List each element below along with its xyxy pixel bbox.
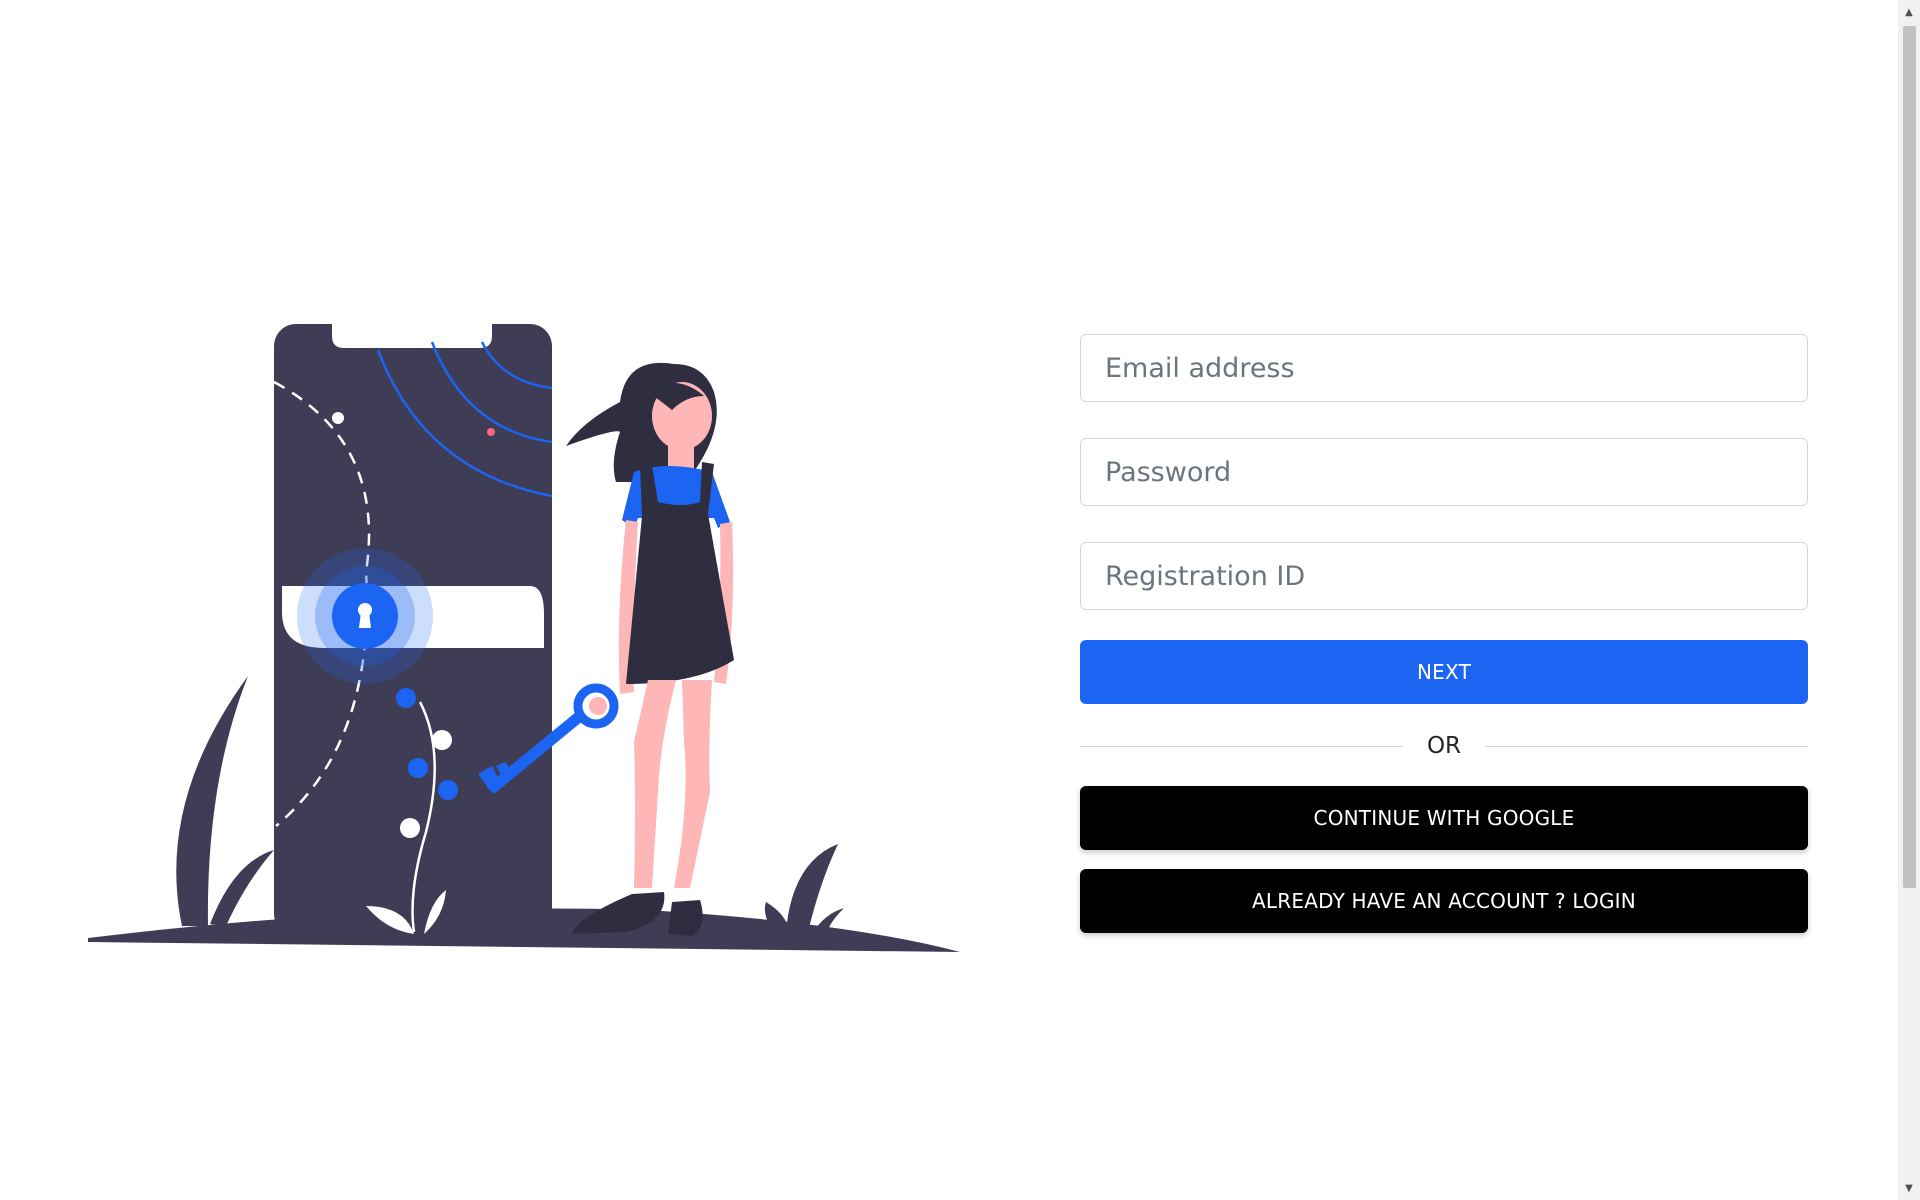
vertical-scrollbar[interactable]: ▲ ▼ (1898, 0, 1920, 1200)
divider-line-right (1485, 745, 1808, 747)
divider-label: OR (1426, 733, 1462, 759)
scrollbar-thumb[interactable] (1903, 26, 1916, 888)
login-button[interactable]: ALREADY HAVE AN ACCOUNT ? LOGIN (1080, 869, 1808, 933)
scroll-up-icon[interactable]: ▲ (1898, 2, 1920, 22)
login-page: NEXT OR CONTINUE WITH GOOGLE ALREADY HAV… (0, 0, 1920, 1200)
email-field[interactable] (1080, 334, 1808, 402)
password-field[interactable] (1080, 438, 1808, 506)
continue-with-google-button[interactable]: CONTINUE WITH GOOGLE (1080, 786, 1808, 850)
divider-line-left (1080, 745, 1403, 747)
next-button[interactable]: NEXT (1080, 640, 1808, 704)
security-illustration (86, 322, 962, 954)
scroll-down-icon[interactable]: ▼ (1898, 1178, 1920, 1198)
or-divider: OR (1080, 730, 1808, 762)
registration-form: NEXT OR CONTINUE WITH GOOGLE ALREADY HAV… (1080, 334, 1808, 933)
registration-id-field[interactable] (1080, 542, 1808, 610)
